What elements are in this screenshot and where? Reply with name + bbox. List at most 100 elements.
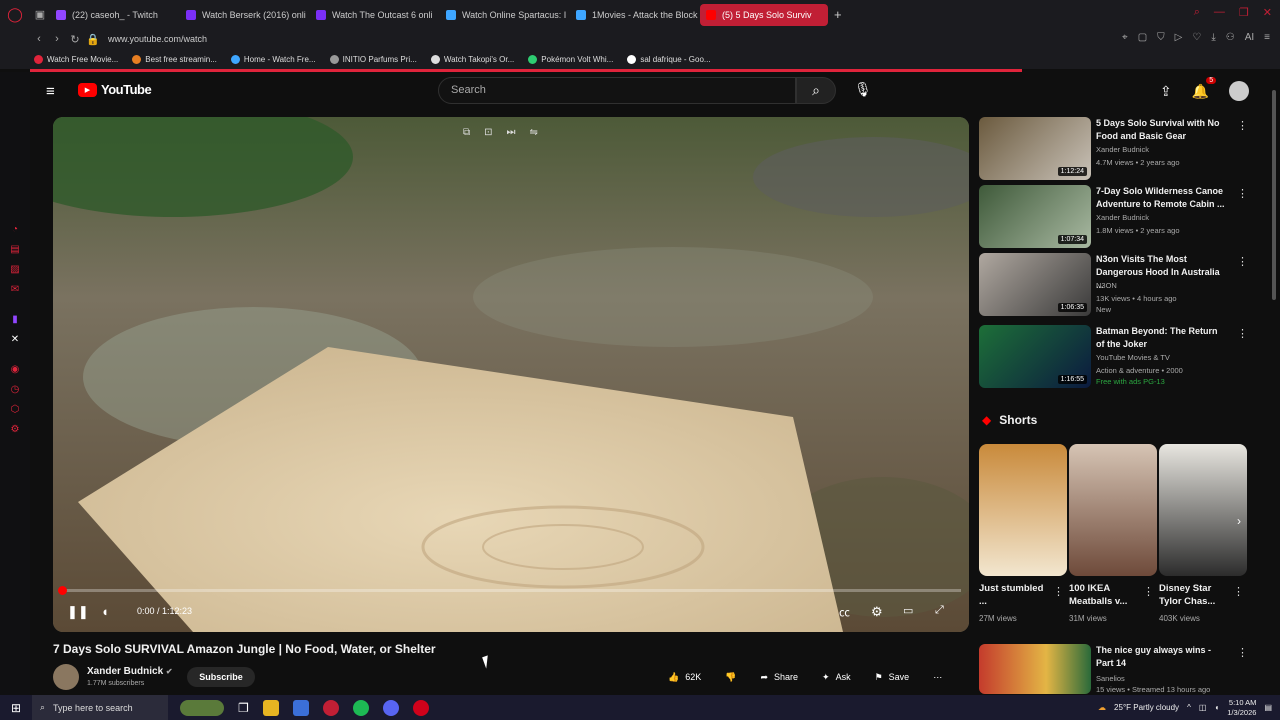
settings-icon[interactable]: ⚙ [11, 424, 20, 435]
more-options-icon[interactable]: ⋮ [1053, 585, 1064, 598]
store-icon[interactable] [292, 699, 309, 716]
x-icon[interactable]: ✕ [11, 334, 19, 345]
app-taskbar-icon[interactable] [412, 699, 429, 716]
url-field[interactable]: www.youtube.com/watch [108, 34, 207, 44]
instagram-icon[interactable]: ▨ [10, 264, 19, 275]
heart-icon[interactable]: ♡ [1192, 32, 1201, 43]
recommendation-channel[interactable]: N3ON [1096, 281, 1117, 290]
captions-icon[interactable]: ㏄ [839, 604, 850, 620]
recommendation-item[interactable]: 1:16:55 Batman Beyond: The Return of the … [979, 325, 1249, 389]
recommendation-channel[interactable]: Xander Budnick [1096, 213, 1149, 222]
pin-icon[interactable]: ⌖ [1122, 32, 1128, 43]
save-button[interactable]: ⚑ Save [867, 667, 918, 687]
skip-icon[interactable]: ⏭ [507, 127, 516, 138]
more-options-icon[interactable]: ⋮ [1237, 646, 1248, 659]
bookmark-item[interactable]: Watch Takopi's Or... [430, 54, 514, 64]
ask-button[interactable]: ✦ Ask [814, 667, 859, 687]
dislike-button[interactable]: 👎 [717, 667, 744, 687]
notification-center-icon[interactable]: ▤ [1264, 703, 1272, 712]
recommendation-channel[interactable]: Sanelios [1096, 674, 1125, 683]
recommendation-thumbnail[interactable]: 1:07:34 [979, 185, 1091, 248]
youtube-logo[interactable]: ▶ YouTube [78, 82, 152, 97]
recommendation-next[interactable]: The nice guy always wins - Part 14 Sanel… [979, 644, 1249, 694]
maximize-button[interactable]: ❐ [1239, 6, 1249, 19]
mail-icon[interactable]: ✉ [11, 284, 19, 295]
browser-tab[interactable]: 1Movies - Attack the Block [570, 4, 698, 26]
short-thumbnail[interactable] [1069, 444, 1157, 576]
bookmark-item[interactable]: INITIO Parfums Pri... [329, 54, 417, 64]
tab-overview-icon[interactable]: ▣ [30, 8, 50, 21]
back-button[interactable]: ‹ [30, 33, 48, 45]
sync-icon[interactable]: ⇋ [530, 127, 538, 138]
forward-button[interactable]: › [48, 33, 66, 45]
short-thumbnail[interactable] [979, 444, 1067, 576]
recommendation-title[interactable]: Batman Beyond: The Return of the Joker [1096, 325, 1228, 351]
progress-bar[interactable] [58, 586, 961, 595]
share-button[interactable]: ➦ Share [752, 667, 806, 687]
bookmark-item[interactable]: sal dafrique - Goo... [627, 54, 711, 64]
recommendation-thumbnail[interactable] [979, 644, 1091, 694]
more-options-icon[interactable]: ⋮ [1143, 585, 1154, 598]
account-icon[interactable]: ⚇ [1226, 32, 1235, 43]
recommendation-channel[interactable]: YouTube Movies & TV [1096, 353, 1170, 362]
ai-icon[interactable]: AI [1245, 32, 1254, 43]
recommendation-item[interactable]: 1:06:35 N3on Visits The Most Dangerous Ho… [979, 253, 1249, 317]
recommendation-title[interactable]: 5 Days Solo Survival with No Food and Ba… [1096, 117, 1228, 143]
upload-icon[interactable]: ⇪ [1160, 83, 1172, 100]
bookmark-item[interactable]: Pokémon Volt Whi... [528, 54, 613, 64]
recommendation-item[interactable]: 1:07:34 7-Day Solo Wilderness Canoe Adven… [979, 185, 1249, 249]
scrollbar-thumb[interactable] [1272, 90, 1276, 300]
channel-avatar[interactable] [53, 664, 79, 690]
browser-tab[interactable]: Watch Berserk (2016) onli [180, 4, 308, 26]
discord-taskbar-icon[interactable] [382, 699, 399, 716]
recommendation-title[interactable]: 7-Day Solo Wilderness Canoe Adventure to… [1096, 185, 1228, 211]
history-icon[interactable]: ◔ [12, 224, 18, 235]
video-player[interactable]: ⧉ ⊡ ⏭ ⇋ ❚❚ ◖ 0:00 / 1:12:23 ㏄ ⚙ ▭ ⤢ [53, 117, 969, 632]
short-thumbnail[interactable] [1159, 444, 1247, 576]
close-window-button[interactable]: ✕ [1263, 6, 1272, 19]
file-explorer-icon[interactable] [262, 699, 279, 716]
search-input[interactable]: Search [438, 77, 796, 104]
recommendation-thumbnail[interactable]: 1:12:24 [979, 117, 1091, 180]
microphone-icon[interactable]: 🎙 [854, 81, 872, 98]
snapshot-icon[interactable]: ▢ [1138, 32, 1147, 43]
more-options-icon[interactable]: ⋮ [1237, 255, 1248, 268]
browser-tab[interactable]: (5) 5 Days Solo Surviv [700, 3, 828, 26]
more-options-icon[interactable]: ⋮ [1233, 585, 1244, 598]
like-button[interactable]: 👍 62K [660, 667, 709, 687]
notifications-icon[interactable]: 🔔 5 [1192, 76, 1217, 100]
subscribe-button[interactable]: Subscribe [187, 667, 255, 687]
hamburger-menu-icon[interactable]: ≡ [46, 83, 55, 100]
more-options-icon[interactable]: ⋮ [1237, 187, 1248, 200]
short-title[interactable]: Disney Star Tylor Chas... [1159, 582, 1229, 608]
download-icon[interactable]: ⤓ [1211, 32, 1215, 43]
shorts-next-icon[interactable]: › [1237, 514, 1241, 528]
short-title[interactable]: Just stumbled ... [979, 582, 1049, 608]
browser-menu-icon[interactable]: ≡ [1264, 32, 1270, 43]
tray-chevron-icon[interactable]: ^ [1187, 703, 1191, 712]
search-button[interactable]: ⌕ [796, 77, 836, 104]
cube-icon[interactable]: ⬡ [11, 404, 20, 415]
pip-icon[interactable]: ⊡ [484, 127, 492, 138]
settings-gear-icon[interactable]: ⚙ [871, 604, 883, 620]
recommendation-title[interactable]: The nice guy always wins - Part 14 [1096, 644, 1228, 670]
widget-icon[interactable] [180, 699, 224, 716]
minimize-button[interactable]: — [1214, 6, 1225, 19]
shield-icon[interactable]: ⛉ [1157, 32, 1165, 43]
play-icon[interactable]: ▷ [1175, 32, 1183, 43]
taskbar-search[interactable]: ⌕ Type here to search [32, 695, 168, 720]
new-tab-button[interactable]: + [834, 7, 842, 22]
bag-icon[interactable]: ▤ [10, 244, 19, 255]
windows-start-icon[interactable]: ⊞ [0, 701, 32, 715]
browser-tab[interactable]: Watch Online Spartacus: I [440, 4, 568, 26]
bookmark-item[interactable]: Best free streamin... [132, 54, 217, 64]
fullscreen-icon[interactable]: ⤢ [935, 604, 944, 617]
twitch-icon[interactable]: ▮ [12, 314, 18, 325]
channel-name[interactable]: Xander Budnick ✔ [87, 666, 173, 677]
browser-tab[interactable]: Watch The Outcast 6 onli [310, 4, 438, 26]
recommendation-thumbnail[interactable]: 1:16:55 [979, 325, 1091, 388]
clock-icon[interactable]: ◷ [11, 384, 20, 395]
browser-tab[interactable]: (22) caseoh_ - Twitch [50, 4, 178, 26]
search-tabs-icon[interactable]: ⌕ [1194, 6, 1200, 19]
opera-taskbar-icon[interactable] [322, 699, 339, 716]
